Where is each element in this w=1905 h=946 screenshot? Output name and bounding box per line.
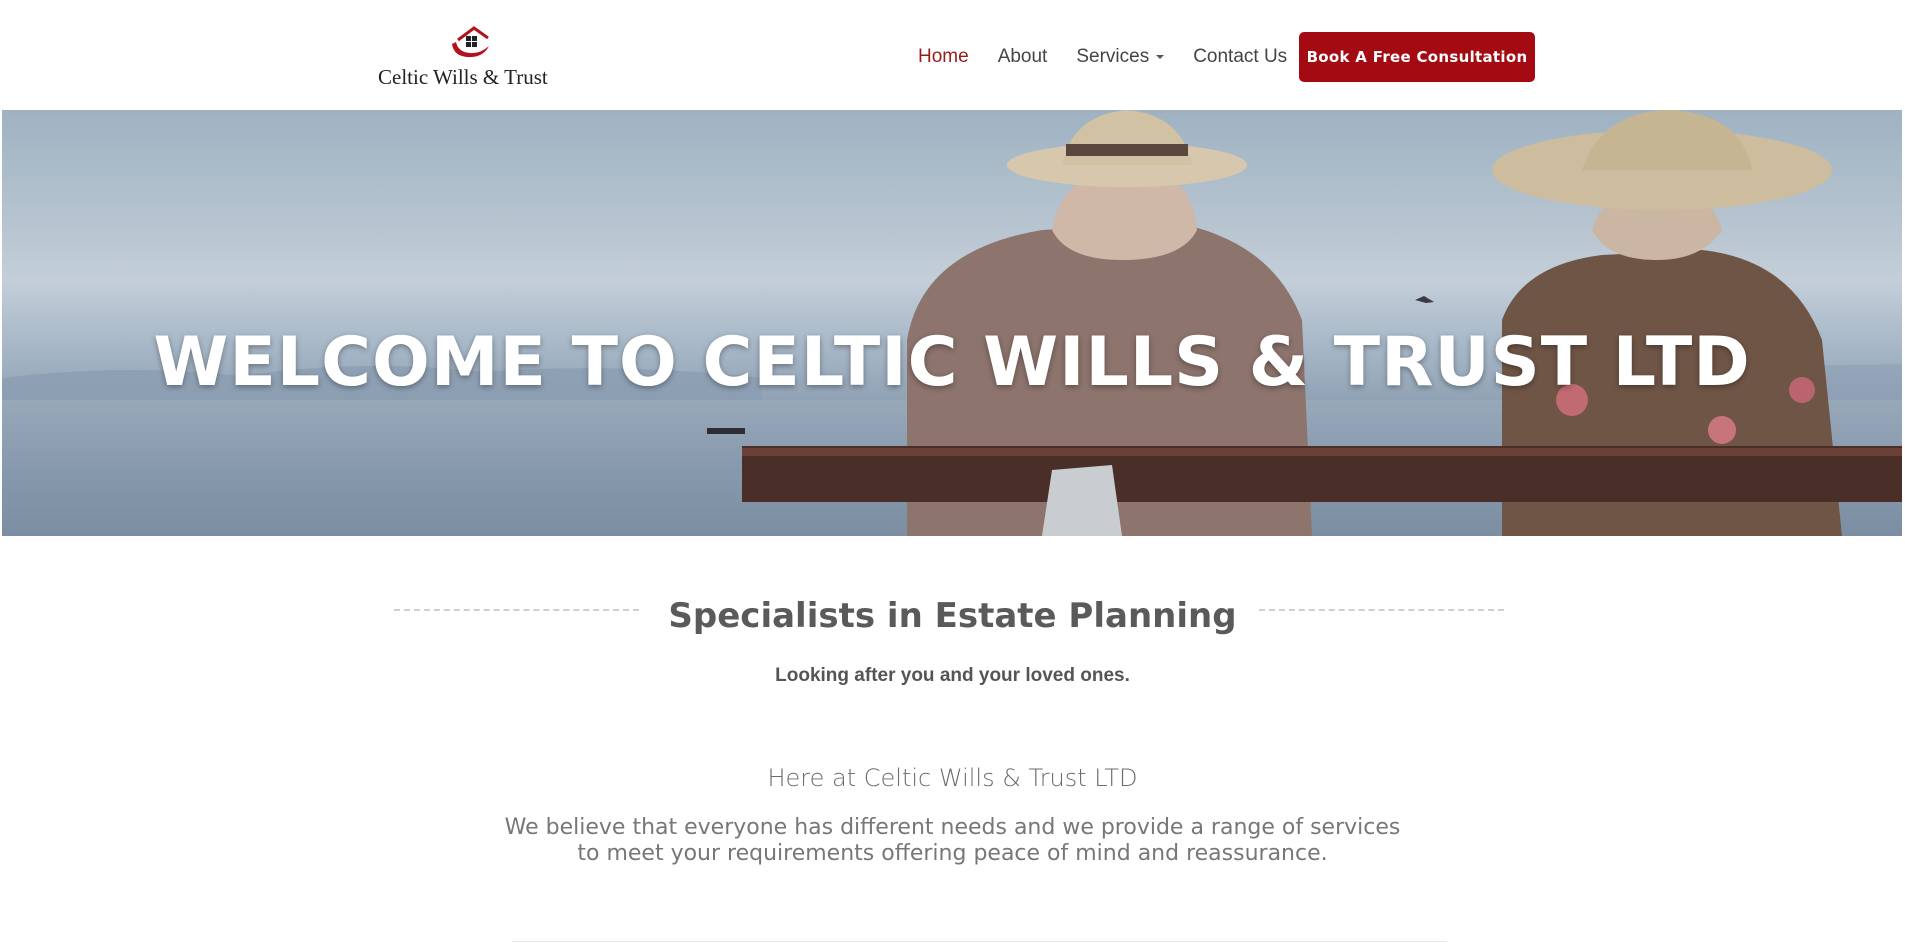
intro-body: We believe that everyone has different n…: [504, 815, 1401, 866]
logo[interactable]: Celtic Wills & Trust: [378, 18, 558, 92]
nav-home[interactable]: Home: [918, 46, 969, 68]
site-header: Celtic Wills & Trust Home About Services…: [0, 0, 1905, 110]
nav-about[interactable]: About: [998, 46, 1048, 68]
hero-title: WELCOME TO CELTIC WILLS & TRUST LTD: [153, 323, 1751, 402]
section-rule: [512, 941, 1447, 942]
nav-services-label: Services: [1076, 46, 1150, 67]
main-nav: Home About Services Contact Us: [918, 32, 1316, 82]
hero-banner: WELCOME TO CELTIC WILLS & TRUST LTD: [2, 110, 1902, 536]
section-title: Specialists in Estate Planning: [668, 596, 1237, 636]
house-logo-icon: [452, 26, 489, 58]
nav-services[interactable]: Services: [1076, 46, 1165, 68]
nav-contact[interactable]: Contact Us: [1193, 46, 1287, 68]
caret-down-icon: [1156, 54, 1165, 59]
logo-text: Celtic Wills & Trust: [378, 65, 548, 89]
intro-heading: Here at Celtic Wills & Trust LTD: [767, 764, 1138, 792]
tagline: Looking after you and your loved ones.: [775, 665, 1130, 686]
book-consultation-button[interactable]: Book A Free Consultation: [1299, 32, 1535, 82]
